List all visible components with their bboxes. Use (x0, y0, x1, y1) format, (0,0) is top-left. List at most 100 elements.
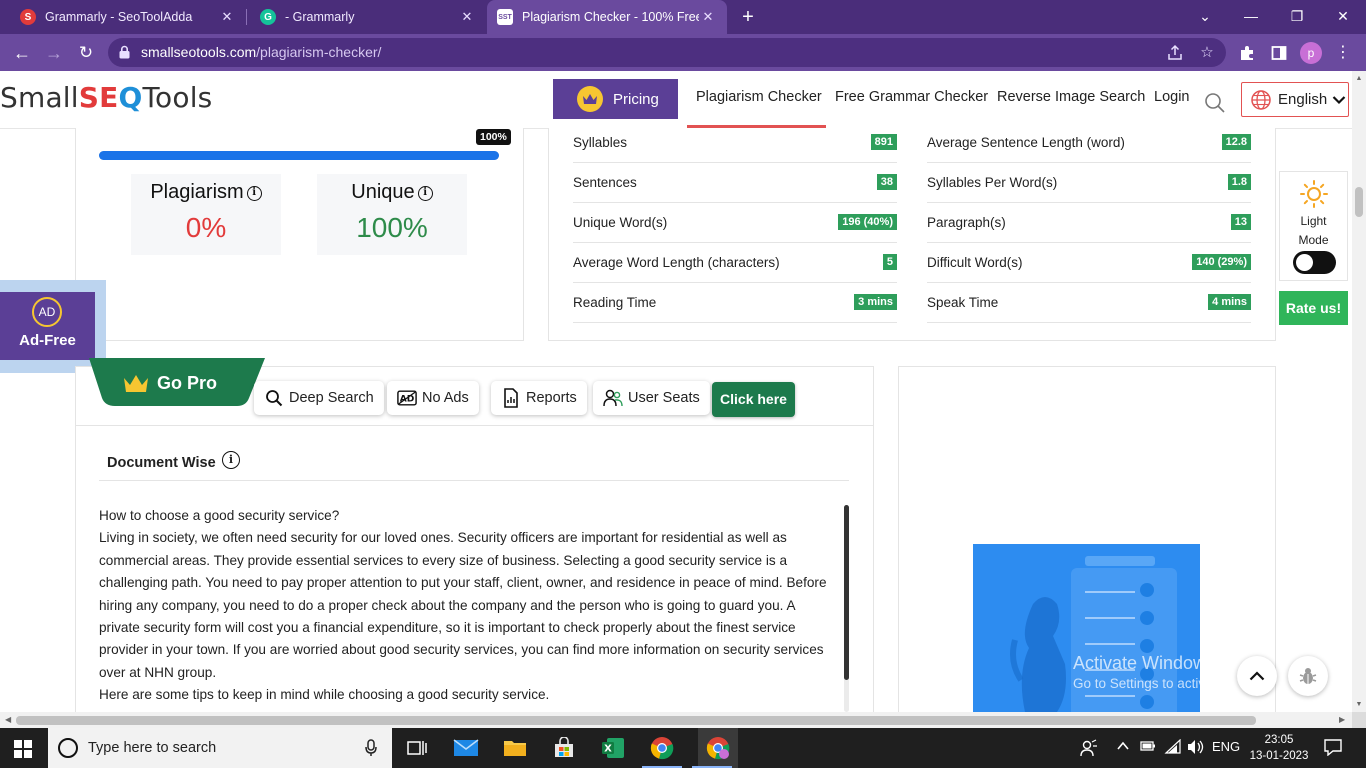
users-icon (603, 388, 623, 408)
info-icon[interactable]: i (417, 186, 433, 201)
bookmark-star-icon[interactable]: ☆ (1196, 42, 1218, 64)
close-tab-icon[interactable]: ✕ (218, 9, 236, 25)
clock-time: 23:05 (1264, 734, 1294, 746)
people-icon[interactable] (1080, 739, 1098, 760)
microphone-icon[interactable] (365, 739, 377, 757)
smallseotools-logo[interactable]: SmallSEQTools (0, 81, 212, 117)
logo-text-tools: Tools (142, 81, 213, 114)
chrome-profile-window-icon[interactable] (698, 728, 738, 768)
nav-free-grammar-checker[interactable]: Free Grammar Checker (835, 89, 988, 105)
file-explorer-icon[interactable] (502, 736, 528, 760)
url-domain: smallseotools.com (141, 44, 257, 60)
minimize-button[interactable]: — (1228, 0, 1274, 34)
light-mode-toggle[interactable] (1293, 251, 1336, 274)
battery-icon[interactable] (1140, 739, 1156, 756)
bug-icon (1299, 668, 1317, 684)
scroll-down-arrow-icon[interactable]: ▼ (1355, 701, 1363, 708)
report-document-icon (501, 388, 521, 408)
feature-label: No Ads (422, 390, 469, 406)
progress-percent-badge: 100% (476, 129, 511, 145)
system-clock[interactable]: 23:05 13-01-2023 (1248, 732, 1310, 764)
task-view-icon[interactable] (404, 736, 430, 760)
light-mode-panel: Light Mode (1279, 171, 1348, 281)
back-arrow-icon[interactable]: ← (9, 40, 35, 66)
browser-menu-icon[interactable]: ⋮ (1331, 41, 1355, 65)
svg-text:AD: AD (400, 395, 415, 405)
unique-label: Unique (351, 181, 415, 203)
windows-start-icon[interactable] (14, 740, 32, 758)
share-icon[interactable] (1164, 42, 1186, 64)
stat-row: Syllables 891 (573, 123, 897, 163)
user-seats-feature[interactable]: User Seats (593, 381, 710, 415)
scroll-up-arrow-icon[interactable]: ▲ (1355, 75, 1363, 82)
ad-block-icon: AD (397, 388, 417, 408)
nav-login[interactable]: Login (1154, 89, 1189, 105)
profile-avatar[interactable]: p (1300, 42, 1322, 64)
nav-reverse-image-search[interactable]: Reverse Image Search (997, 89, 1145, 105)
tab-plagiarism-checker[interactable]: SST Plagiarism Checker - 100% Free P ✕ (487, 0, 727, 34)
close-tab-icon[interactable]: ✕ (458, 9, 476, 25)
feature-label: Reports (526, 390, 577, 406)
browser-toolbar: ← → ↻ smallseotools.com/plagiarism-check… (0, 34, 1366, 71)
horizontal-scrollbar-thumb[interactable] (16, 716, 1256, 725)
page-horizontal-scrollbar[interactable]: ◀ ▶ (0, 712, 1352, 728)
chevron-up-icon (1249, 671, 1265, 681)
url-path: /plagiarism-checker/ (256, 44, 382, 60)
stat-label: Speak Time (927, 295, 999, 310)
go-pro-banner[interactable]: Go Pro (89, 358, 265, 407)
page-scrollbar-thumb[interactable] (1355, 187, 1363, 217)
microsoft-store-icon[interactable] (551, 736, 577, 760)
pricing-button[interactable]: Pricing (553, 79, 678, 119)
mail-icon[interactable] (453, 736, 479, 760)
ad-free-button[interactable]: AD Ad-Free (0, 292, 95, 360)
tab-grammarly[interactable]: G - Grammarly ✕ (240, 0, 486, 34)
chevron-down-icon (1332, 95, 1346, 104)
page-vertical-scrollbar[interactable]: ▲ ▼ (1352, 71, 1366, 712)
taskbar-search-placeholder: Type here to search (88, 740, 217, 756)
forward-arrow-icon[interactable]: → (41, 40, 67, 66)
document-paragraph: Living in society, we often need securit… (99, 530, 827, 680)
plagiarism-value: 0% (185, 212, 227, 243)
scroll-left-arrow-icon[interactable]: ◀ (5, 715, 11, 724)
scroll-right-arrow-icon[interactable]: ▶ (1339, 715, 1345, 724)
document-text-area[interactable]: How to choose a good security service? L… (99, 505, 834, 707)
new-tab-button[interactable]: + (738, 6, 758, 28)
globe-icon (1251, 89, 1271, 110)
reload-icon[interactable]: ↻ (73, 40, 99, 66)
volume-icon[interactable] (1187, 739, 1205, 758)
wifi-icon[interactable] (1164, 738, 1182, 758)
scroll-to-top-button[interactable] (1237, 656, 1277, 696)
input-language-indicator[interactable]: ENG (1212, 739, 1240, 754)
nav-plagiarism-checker[interactable]: Plagiarism Checker (696, 89, 822, 105)
no-ads-feature[interactable]: AD No Ads (387, 381, 479, 415)
close-window-button[interactable]: ✕ (1320, 0, 1366, 34)
document-scrollbar-thumb[interactable] (844, 505, 849, 680)
logo-text-small: Small (0, 81, 79, 114)
show-hidden-icons-chevron-icon[interactable] (1116, 739, 1130, 756)
tab-seotooladda[interactable]: S Grammarly - SeoToolAdda ✕ (0, 0, 246, 34)
excel-icon[interactable]: X (600, 736, 626, 760)
click-here-button[interactable]: Click here (712, 382, 795, 417)
taskbar-search-box[interactable]: Type here to search (48, 728, 392, 768)
stat-value-badge: 891 (870, 134, 897, 150)
clock-date: 13-01-2023 (1249, 750, 1309, 762)
chrome-icon[interactable] (649, 736, 675, 760)
info-icon[interactable]: i (246, 186, 262, 201)
reports-feature[interactable]: Reports (491, 381, 587, 415)
deep-search-feature[interactable]: Deep Search (254, 381, 384, 415)
stat-row: Speak Time 4 mins (927, 283, 1251, 323)
language-selector[interactable]: English (1241, 82, 1349, 117)
search-icon[interactable] (1204, 91, 1226, 113)
address-bar[interactable]: smallseotools.com/plagiarism-checker/ ☆ (108, 38, 1226, 67)
side-panel-icon[interactable] (1267, 41, 1291, 65)
notifications-icon[interactable] (1324, 738, 1342, 759)
report-bug-button[interactable] (1288, 656, 1328, 696)
info-icon[interactable]: i (222, 451, 240, 469)
close-tab-icon[interactable]: ✕ (699, 9, 717, 25)
extensions-puzzle-icon[interactable] (1235, 41, 1259, 65)
restore-button[interactable]: ❐ (1274, 0, 1320, 34)
stat-value-badge: 1.8 (1227, 174, 1251, 190)
rate-us-button[interactable]: Rate us! (1279, 291, 1348, 325)
document-wise-heading: Document Wise (107, 455, 216, 471)
tab-search-chevron-icon[interactable]: ⌄ (1182, 0, 1228, 34)
